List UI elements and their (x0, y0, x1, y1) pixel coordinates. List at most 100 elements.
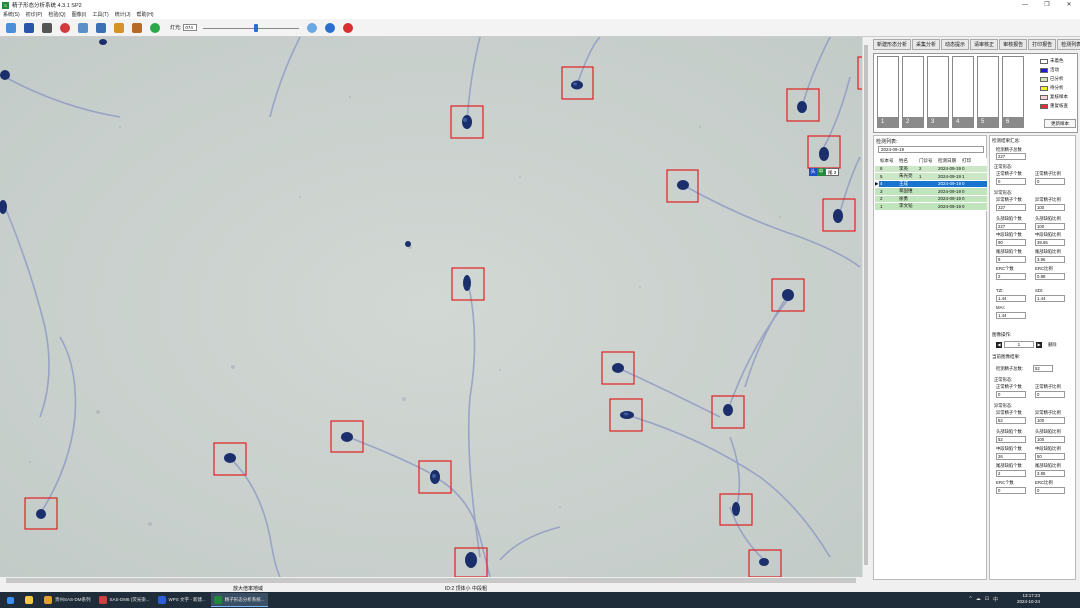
refresh-sample-button[interactable]: 更新样本 (1044, 119, 1076, 128)
erc-count-field: 2 (996, 273, 1026, 280)
taskbar-item[interactable]: WPS 文字 - 新建... (155, 593, 209, 607)
tail-ratio-field: 3.96 (1035, 256, 1065, 263)
legend-item: 未着色 (1040, 58, 1068, 64)
col-sample-id[interactable]: 标本号 (879, 158, 899, 164)
table-row[interactable]: 8 李英 2 2024-09-19 0 (875, 165, 987, 173)
table-row[interactable]: 5 朱光亮 1 2024-09-19 1 (875, 173, 987, 181)
menu-patient[interactable]: 初诊(P) (26, 11, 43, 18)
col-date[interactable]: 检测日期 (938, 158, 962, 164)
slot-1[interactable]: 1 (877, 56, 899, 128)
right-panel: 新建形态分析 采集分析 动态提示 请审核正 审核报告 打印报告 检测列表 1 2… (869, 37, 1080, 592)
input-method-icon[interactable]: 中 (993, 596, 998, 603)
zoom-icon[interactable] (76, 21, 90, 35)
network-icon[interactable]: ⊡ (985, 596, 989, 603)
start-button[interactable] (4, 593, 20, 607)
slot-5[interactable]: 5 (977, 56, 999, 128)
status-bar: 放大倍率地域 ID:2 顶体小 中段粗 (0, 584, 869, 592)
legend-swatch (1040, 58, 1048, 64)
menu-test[interactable]: 检验(Q) (48, 11, 65, 18)
col-name[interactable]: 姓名 (899, 158, 919, 164)
next-image-icon[interactable]: ▶ (1036, 341, 1042, 348)
clock[interactable]: 13:17:23 2024-10-24 (1017, 593, 1040, 605)
slider-thumb[interactable] (254, 23, 259, 32)
legend-swatch (1040, 67, 1048, 73)
file-explorer-icon[interactable] (22, 593, 39, 607)
slot-4[interactable]: 4 (952, 56, 974, 128)
app-logo-icon: S (2, 1, 9, 9)
col-clinic[interactable]: 门诊号 (919, 158, 938, 164)
tray-expand-icon[interactable]: ^ (969, 596, 971, 603)
slot-3[interactable]: 3 (927, 56, 949, 128)
prev-image-icon[interactable]: ◀ (996, 341, 1002, 348)
table-row[interactable]: 2 徐勇 2024-09-19 0 (875, 195, 987, 203)
legend-item: 已分析 (1040, 76, 1068, 82)
image-index-field[interactable]: 1 (1004, 341, 1034, 348)
image-nav-title: 图像操作: (992, 332, 1012, 337)
viewer-horizontal-scrollbar[interactable] (0, 577, 862, 584)
tab-review[interactable]: 请审核正 (970, 39, 999, 50)
abnormal-count-field: 227 (996, 204, 1026, 211)
minimize-icon[interactable]: — (1014, 0, 1036, 10)
light-slider[interactable] (203, 22, 300, 34)
current-result-title: 当前图像结果: (992, 354, 1021, 359)
table-row[interactable]: 1 李文韬 2024-09-19 0 (875, 203, 987, 211)
menu-help[interactable]: 帮助(H) (137, 11, 154, 18)
legend-swatch (1040, 76, 1048, 82)
palette-icon[interactable] (58, 21, 72, 35)
menu-image[interactable]: 图像(I) (72, 11, 87, 18)
power-icon[interactable] (341, 21, 355, 35)
cloud-icon[interactable]: ☁ (976, 596, 981, 603)
head-ratio-field: 100 (1035, 223, 1065, 230)
microscope-image-viewer[interactable] (0, 37, 862, 577)
new-icon[interactable] (4, 21, 18, 35)
sperm-image (0, 37, 862, 577)
table-row[interactable]: 3 蒋国维 2024-09-19 0 (875, 188, 987, 196)
taskbar: 贵州SAS-DM系列 SAS-DM6 (荧光染... WPS 文字 - 新建..… (0, 592, 1080, 608)
abnormal-ratio-field: 100 (1035, 204, 1065, 211)
tab-report[interactable]: 审核报告 (999, 39, 1028, 50)
vscroll-thumb[interactable] (864, 45, 868, 565)
col-print[interactable]: 打印 (962, 158, 971, 164)
save-icon[interactable] (22, 21, 36, 35)
capture-icon[interactable] (305, 21, 319, 35)
viewer-vertical-scrollbar[interactable] (862, 37, 869, 577)
tab-new-analysis[interactable]: 新建形态分析 (873, 39, 912, 50)
legend-swatch (1040, 85, 1048, 91)
hscroll-thumb[interactable] (6, 578, 856, 583)
taskbar-item[interactable]: SAS-DM6 (荧光染... (96, 593, 153, 607)
help-icon[interactable] (323, 21, 337, 35)
print-icon[interactable] (40, 21, 54, 35)
delete-image-button[interactable]: 删除 (1048, 342, 1057, 348)
mai-field: 1.44 (996, 312, 1026, 319)
menu-tools[interactable]: 工具(T) (92, 11, 108, 18)
slot-number: 3 (928, 117, 948, 127)
tab-capture[interactable]: 采集分析 (912, 39, 941, 50)
slot-6[interactable]: 6 (1002, 56, 1024, 128)
play-icon[interactable] (148, 21, 162, 35)
tools-icon[interactable] (130, 21, 144, 35)
legend-swatch (1040, 103, 1048, 109)
mid-defect-flag: 中 (817, 168, 825, 176)
current-total-field: 52 (1033, 365, 1053, 372)
close-icon[interactable]: ✕ (1058, 0, 1080, 10)
brush-icon[interactable] (112, 21, 126, 35)
table-row-selected[interactable]: ▶ 4 王成 2024-09-19 0 (875, 180, 987, 188)
normal-section: 正常形态: (994, 164, 1013, 169)
menu-system[interactable]: 系统(S) (3, 11, 20, 18)
taskbar-item[interactable]: 贵州SAS-DM系列 (41, 593, 94, 607)
mid-count-field: 90 (996, 239, 1026, 246)
menu-stats[interactable]: 统计(J) (115, 11, 131, 18)
date-picker[interactable]: 2024-09-19 (878, 146, 984, 153)
slot-2[interactable]: 2 (902, 56, 924, 128)
tab-print[interactable]: 打印报告 (1028, 39, 1057, 50)
window-title: 精子形态分析系统 4.3.1 SP2 (12, 3, 82, 9)
normal-count-field: 0 (996, 178, 1026, 185)
taskbar-item-active[interactable]: 精子形态分析系统... (210, 593, 268, 607)
maximize-icon[interactable]: ❐ (1036, 0, 1058, 10)
tab-list[interactable]: 检测列表 (1057, 39, 1080, 50)
toolbar: 灯光: 074 (0, 19, 1080, 37)
tab-hint[interactable]: 动态提示 (941, 39, 970, 50)
analyze-icon[interactable] (94, 21, 108, 35)
light-value-input[interactable]: 074 (183, 24, 198, 31)
erc-ratio-field: 0.88 (1035, 273, 1065, 280)
